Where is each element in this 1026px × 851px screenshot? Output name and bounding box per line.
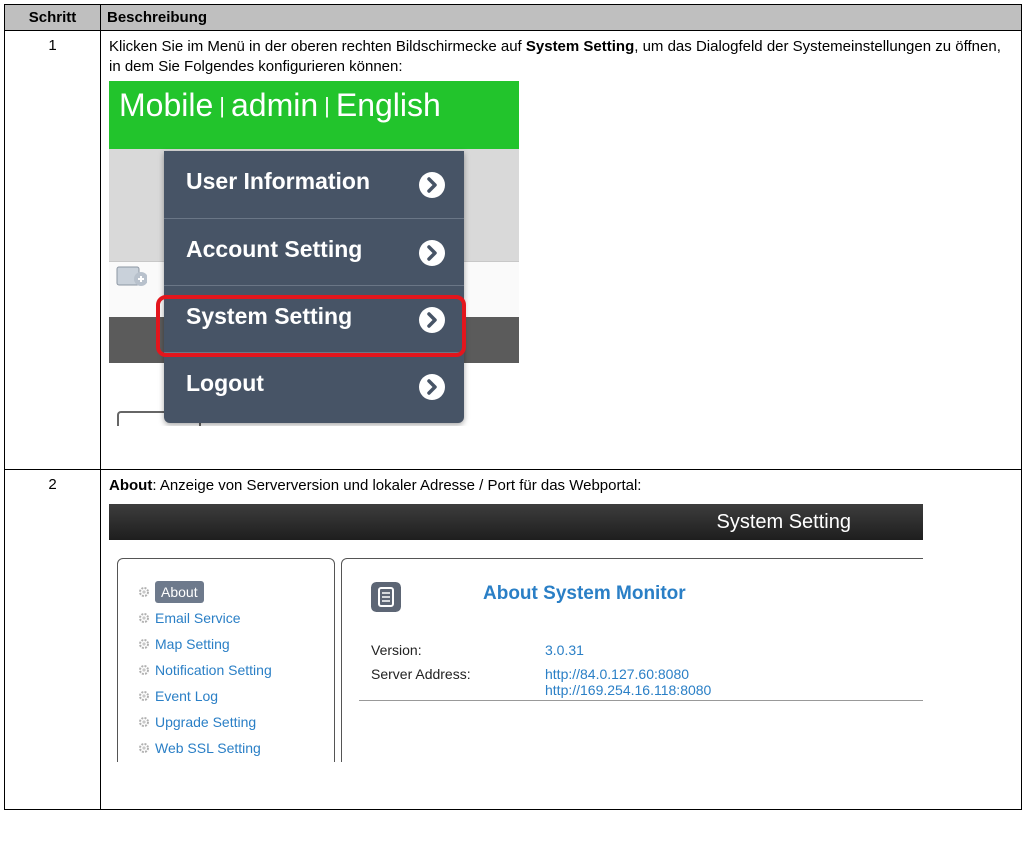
gear-icon	[139, 717, 149, 727]
step-keyword: System Setting	[525, 38, 635, 55]
about-title: About System Monitor	[483, 583, 686, 604]
nav-item-web-ssl-setting[interactable]: Web SSL Setting	[137, 738, 272, 762]
step-description: Klicken Sie im Menü in der oberen rechte…	[100, 30, 1022, 470]
nav-item-label: Map Setting	[155, 636, 230, 652]
topbar-separator: |	[219, 93, 225, 118]
gear-icon	[139, 743, 149, 753]
topbar-language[interactable]: English	[336, 87, 441, 123]
nav-item-map-setting[interactable]: Map Setting	[137, 634, 272, 658]
step-keyword: About	[109, 477, 153, 494]
system-setting-screenshot: System Setting About Email Service Map S…	[109, 504, 923, 762]
step-text-before: Klicken Sie im Menü in der oberen rechte…	[109, 38, 526, 55]
table-header-row: Schritt Beschreibung	[4, 4, 1022, 31]
nav-item-email-service[interactable]: Email Service	[137, 608, 272, 632]
chevron-right-icon	[419, 374, 445, 400]
calendar-add-icon	[116, 266, 147, 286]
divider	[359, 700, 923, 701]
nav-item-about[interactable]: About	[137, 581, 272, 606]
server-address-label: Server Address:	[371, 666, 471, 682]
server-address-value: http://169.254.16.118:8080	[545, 682, 712, 698]
topbar-mobile[interactable]: Mobile	[119, 87, 213, 123]
chevron-right-icon	[419, 172, 445, 198]
gear-icon	[139, 587, 149, 597]
step-description: About: Anzeige von Serverversion und lok…	[100, 469, 1022, 810]
topbar-title: Mobile | admin | English	[119, 89, 441, 121]
step-number: 1	[4, 30, 101, 470]
menu-item-account-setting[interactable]: Account Setting	[164, 218, 464, 285]
nav-item-label: About	[155, 581, 204, 603]
step-number: 2	[4, 469, 101, 810]
dialog-title: System Setting	[716, 511, 851, 533]
mobile-menu-screenshot: Mobile | admin | English User Informatio…	[109, 81, 519, 426]
header-description: Beschreibung	[100, 4, 1022, 31]
document-icon	[371, 582, 401, 612]
gear-icon	[139, 665, 149, 675]
menu-item-label: Account Setting	[186, 236, 363, 262]
nav-item-label: Upgrade Setting	[155, 714, 257, 730]
chevron-right-icon	[419, 240, 445, 266]
gear-icon	[139, 639, 149, 649]
nav-item-label: Notification Setting	[155, 662, 272, 678]
menu-item-label: Logout	[186, 370, 264, 396]
menu-item-logout[interactable]: Logout	[164, 352, 464, 419]
version-label: Version:	[371, 642, 422, 658]
gear-icon	[139, 613, 149, 623]
table-row: 2 About: Anzeige von Serverversion und l…	[4, 469, 1022, 810]
gear-icon	[139, 691, 149, 701]
nav-item-label: Web SSL Setting	[155, 740, 261, 756]
step-text: Klicken Sie im Menü in der oberen rechte…	[109, 37, 1013, 77]
nav-item-label: Event Log	[155, 688, 219, 704]
dialog-header: System Setting	[109, 504, 923, 540]
nav-item-upgrade-setting[interactable]: Upgrade Setting	[137, 712, 272, 736]
header-step: Schritt	[4, 4, 101, 31]
steps-table: Schritt Beschreibung 1 Klicken Sie im Me…	[4, 4, 1022, 810]
topbar-separator: |	[324, 93, 330, 118]
menu-item-label: User Information	[186, 168, 371, 194]
menu-item-user-information[interactable]: User Information	[164, 151, 464, 218]
settings-nav: About Email Service Map Setting Notifica…	[137, 581, 272, 762]
highlight-frame	[156, 295, 466, 357]
step-text: About: Anzeige von Serverversion und lok…	[109, 476, 1013, 496]
topbar-admin[interactable]: admin	[231, 87, 318, 123]
dropdown-menu: User Information Account Setting System …	[164, 151, 464, 423]
nav-item-event-log[interactable]: Event Log	[137, 686, 272, 710]
version-value: 3.0.31	[545, 642, 584, 658]
nav-item-notification-setting[interactable]: Notification Setting	[137, 660, 272, 684]
step-text-after: : Anzeige von Serverversion und lokaler …	[152, 477, 642, 494]
mobile-topbar: Mobile | admin | English	[109, 81, 519, 149]
table-row: 1 Klicken Sie im Menü in der oberen rech…	[4, 30, 1022, 470]
nav-item-label: Email Service	[155, 610, 241, 626]
